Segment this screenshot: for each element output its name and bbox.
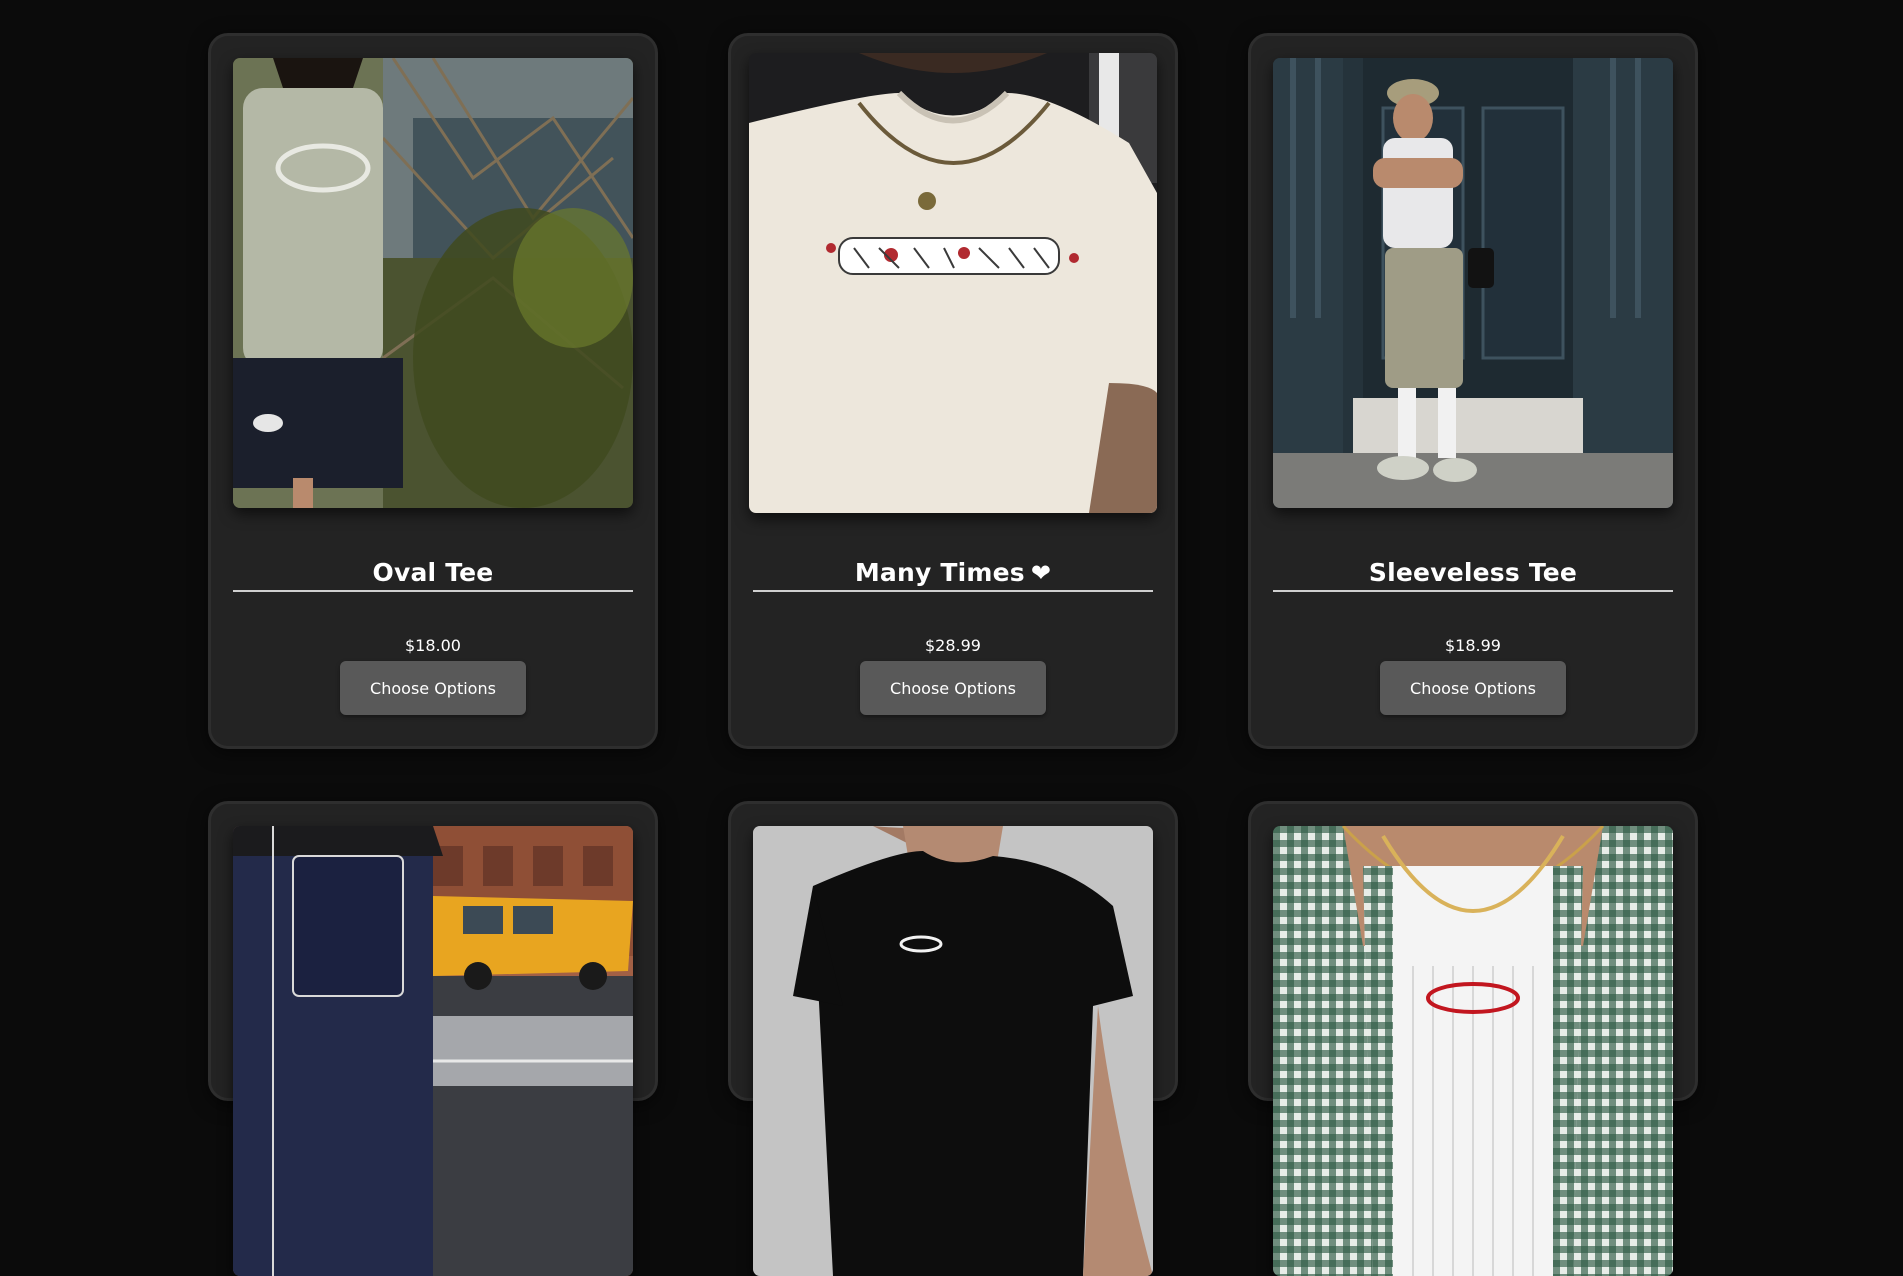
product-price: $18.99: [1445, 636, 1501, 655]
ribbed-tank-photo[interactable]: [1273, 826, 1673, 1276]
choose-options-button[interactable]: Choose Options: [340, 661, 526, 715]
choose-options-button[interactable]: Choose Options: [860, 661, 1046, 715]
product-card-many-times: Many Times ❤ $28.99 Choose Options: [728, 33, 1178, 749]
divider: [1273, 590, 1673, 592]
heart-icon: ❤: [1030, 559, 1052, 587]
product-title[interactable]: Oval Tee: [211, 558, 655, 587]
product-card-sleeveless-tee: Sleeveless Tee $18.99 Choose Options: [1248, 33, 1698, 749]
product-price: $18.00: [405, 636, 461, 655]
carpenter-pants-photo[interactable]: [233, 826, 633, 1276]
ribbed-tank-image: [1273, 826, 1673, 1276]
oval-tee-image: [233, 58, 633, 508]
product-title[interactable]: Sleeveless Tee: [1251, 558, 1695, 587]
many-times-tee-photo[interactable]: [749, 53, 1157, 513]
sleeveless-tee-image: [1273, 58, 1673, 508]
sleeveless-tee-photo[interactable]: [1273, 58, 1673, 508]
product-card-oval-tee: Oval Tee $18.00 Choose Options: [208, 33, 658, 749]
product-card-black-baby-tee: [728, 801, 1178, 1276]
divider: [753, 590, 1153, 592]
many-times-tee-image: [749, 53, 1157, 513]
carpenter-pants-image: [233, 826, 633, 1276]
choose-options-button[interactable]: Choose Options: [1380, 661, 1566, 715]
product-card-ribbed-tank: [1248, 801, 1698, 1276]
product-title[interactable]: Many Times ❤: [731, 558, 1175, 587]
product-card-carpenter-pants: [208, 801, 658, 1276]
product-grid: Oval Tee $18.00 Choose Options Many Time…: [208, 33, 1698, 1276]
divider: [233, 590, 633, 592]
black-baby-tee-photo[interactable]: [753, 826, 1153, 1276]
product-title-text: Many Times: [854, 558, 1025, 587]
product-price: $28.99: [925, 636, 981, 655]
oval-tee-photo[interactable]: [233, 58, 633, 508]
black-baby-tee-image: [753, 826, 1153, 1276]
